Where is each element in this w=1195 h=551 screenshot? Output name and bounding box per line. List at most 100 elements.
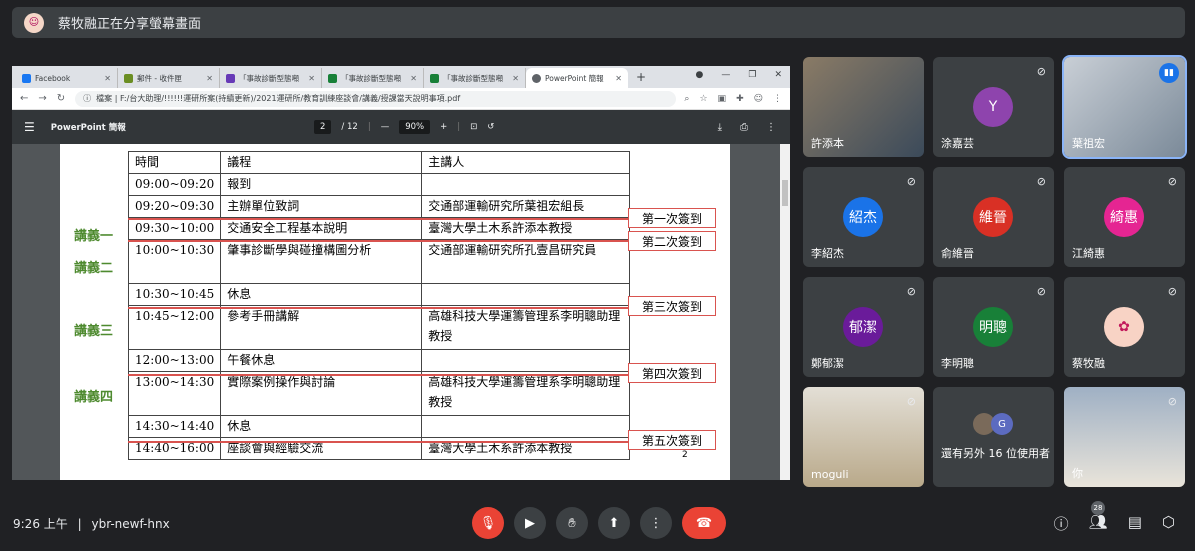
- leave-call-button[interactable]: ☎: [682, 507, 726, 539]
- participant-name: moguli: [811, 468, 849, 481]
- more-icon[interactable]: ⋮: [766, 122, 776, 133]
- participant-tile[interactable]: ⊘ Y 涂嘉芸: [933, 57, 1054, 157]
- browser-tab-sheet-2[interactable]: 「事故診斷型態噸 ✕: [424, 68, 526, 88]
- download-icon[interactable]: ⤓: [718, 122, 722, 133]
- table-cell: 主辦單位致詞: [220, 195, 423, 218]
- zoom-input[interactable]: 90%: [399, 120, 431, 134]
- close-icon[interactable]: ✕: [308, 74, 315, 83]
- table-cell: 休息: [220, 415, 423, 438]
- close-icon[interactable]: ✕: [104, 74, 111, 83]
- zoom-in-icon[interactable]: +: [440, 122, 447, 132]
- table-cell: 交通部運輸研究所孔壹昌研究員: [421, 239, 631, 284]
- close-icon[interactable]: ✕: [206, 74, 213, 83]
- raise-hand-button[interactable]: ✋︎: [556, 507, 588, 539]
- print-icon[interactable]: ⎙: [740, 122, 748, 133]
- signin-line: [128, 240, 628, 242]
- participant-tile[interactable]: ⊘ 綺惠 江綺惠: [1064, 167, 1185, 267]
- participant-name: 李明聰: [941, 357, 974, 370]
- close-icon[interactable]: ✕: [512, 74, 519, 83]
- globe-icon: [532, 73, 541, 83]
- avatar: G: [991, 413, 1013, 435]
- browser-tab-sheet-1[interactable]: 「事故診斷型態噸 ✕: [322, 68, 424, 88]
- self-tile[interactable]: ⊘ 你: [1064, 387, 1185, 487]
- url-text: 檔案 | F:/台大助理/!!!!!!運研所案(持續更新)/2021運研所/教育…: [96, 94, 461, 103]
- zoom-icon[interactable]: ⌕: [684, 94, 689, 104]
- participant-avatar: 郁潔: [843, 307, 883, 347]
- puzzle-icon[interactable]: ✚: [736, 94, 744, 104]
- menu-icon[interactable]: ☰: [24, 120, 35, 134]
- participant-avatar: 維晉: [973, 197, 1013, 237]
- close-window-icon[interactable]: ✕: [774, 70, 782, 80]
- zoom-out-icon[interactable]: —: [381, 122, 390, 132]
- scrollbar-thumb[interactable]: [782, 180, 788, 206]
- table-cell: 14:30~14:40: [127, 415, 222, 438]
- new-tab-button[interactable]: +: [636, 70, 646, 84]
- table-cell: 交通安全工程基本說明: [220, 217, 423, 240]
- more-options-button[interactable]: ⋮: [640, 507, 672, 539]
- participant-tile[interactable]: ⊘ ✿ 蔡牧融: [1064, 277, 1185, 377]
- call-controls: 🎙︎ ▶ ✋︎ ⬆ ⋮ ☎: [472, 507, 726, 539]
- table-cell: 報到: [220, 173, 423, 196]
- table-header: 時間: [127, 151, 222, 174]
- forward-icon[interactable]: →: [38, 93, 46, 104]
- star-icon[interactable]: ☆: [699, 94, 707, 104]
- info-icon[interactable]: ⓘ: [1054, 513, 1069, 534]
- participant-tile[interactable]: ⊘ 郁潔 鄭郁潔: [803, 277, 924, 377]
- lecture-label: 講義二: [74, 261, 114, 276]
- close-icon[interactable]: ✕: [615, 74, 622, 83]
- participant-tile[interactable]: ⊘ 紹杰 李紹杰: [803, 167, 924, 267]
- signin-box: 第二次簽到: [628, 231, 716, 251]
- activities-icon[interactable]: ⬡: [1162, 513, 1175, 534]
- signin-box: 第一次簽到: [628, 208, 716, 228]
- browser-tab-pdf[interactable]: PowerPoint 簡報 ✕: [526, 68, 628, 88]
- minimize-icon[interactable]: —: [721, 70, 730, 80]
- present-screen-button[interactable]: ⬆: [598, 507, 630, 539]
- browser-tab-mail[interactable]: 郵件 - 收件匣 ✕: [118, 68, 220, 88]
- others-tile[interactable]: G 還有另外 16 位使用者: [933, 387, 1054, 487]
- participant-tile[interactable]: ⊘ moguli: [803, 387, 924, 487]
- participant-tile[interactable]: ⊘ 明聰 李明聰: [933, 277, 1054, 377]
- mic-off-icon: ⊘: [1036, 285, 1046, 298]
- table-row: 10:30~10:45 休息: [127, 283, 631, 306]
- table-cell: 午餐休息: [220, 349, 423, 372]
- lecture-label: 講義一: [74, 229, 114, 244]
- participant-tile[interactable]: ⊘ 維晉 俞維晉: [933, 167, 1054, 267]
- table-cell: 交通部運輸研究所葉祖宏組長: [421, 195, 631, 218]
- close-icon[interactable]: ✕: [410, 74, 417, 83]
- browser-tab-facebook[interactable]: Facebook ✕: [16, 68, 118, 88]
- camera-toggle-button[interactable]: ▶: [514, 507, 546, 539]
- table-row: 13:00~14:30 實際案例操作與討論 高雄科技大學運籌管理系李明聰助理教授: [127, 371, 631, 416]
- participant-avatar: 綺惠: [1104, 197, 1144, 237]
- url-field[interactable]: ⓘ 檔案 | F:/台大助理/!!!!!!運研所案(持續更新)/2021運研所/…: [75, 90, 677, 107]
- fit-page-icon[interactable]: ⊡: [470, 122, 477, 132]
- tab-label: 郵件 - 收件匣: [137, 73, 182, 83]
- sheets-icon: [430, 73, 439, 83]
- table-cell: 10:30~10:45: [127, 283, 222, 306]
- participant-name: 鄭郁潔: [811, 357, 844, 370]
- participant-name: 涂嘉芸: [941, 137, 974, 150]
- browser-tab-form[interactable]: 「事故診斷型態噸 ✕: [220, 68, 322, 88]
- more-icon[interactable]: ⋮: [773, 94, 782, 104]
- scrollbar[interactable]: [780, 144, 790, 480]
- page-input[interactable]: 2: [314, 120, 332, 134]
- participant-name: 蔡牧融: [1072, 357, 1105, 370]
- maximize-icon[interactable]: ❐: [748, 70, 756, 80]
- separator: |: [457, 122, 461, 132]
- profile-icon[interactable]: ☺: [754, 94, 763, 104]
- chat-icon[interactable]: ▤: [1128, 513, 1142, 534]
- rotate-icon[interactable]: ↺: [487, 122, 494, 132]
- table-cell: 實際案例操作與討論: [220, 371, 423, 416]
- table-cell: 參考手冊講解: [220, 305, 423, 350]
- back-icon[interactable]: ←: [20, 93, 28, 104]
- people-icon[interactable]: 👥︎: [1089, 513, 1108, 534]
- extension-icon[interactable]: ▣: [718, 94, 727, 104]
- presenting-banner: ☺ 蔡牧融正在分享螢幕畫面: [12, 7, 1185, 38]
- reload-icon[interactable]: ↻: [57, 93, 65, 104]
- participant-name: 葉祖宏: [1072, 137, 1105, 150]
- tab-search-icon[interactable]: ●: [696, 70, 704, 80]
- mic-toggle-button[interactable]: 🎙︎: [472, 507, 504, 539]
- participant-tile-active[interactable]: ▮▮ 葉祖宏: [1062, 55, 1187, 159]
- tab-label: 「事故診斷型態噸: [443, 73, 503, 83]
- side-controls: ⓘ 👥︎ ▤ ⬡: [1054, 513, 1175, 534]
- participant-tile[interactable]: 許添本: [803, 57, 924, 157]
